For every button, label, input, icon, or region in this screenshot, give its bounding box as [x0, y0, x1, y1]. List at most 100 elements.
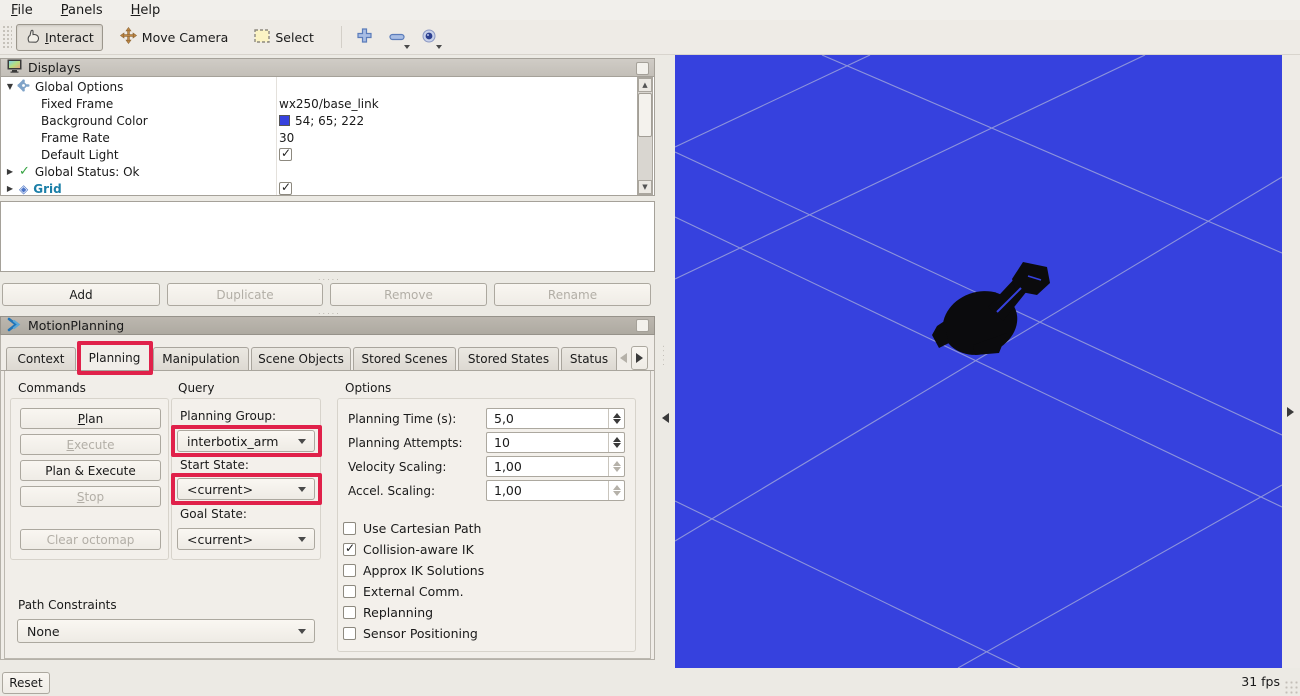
fixed-frame-value[interactable]: wx250/base_link [279, 95, 379, 112]
plan-button[interactable]: Plan [20, 408, 161, 429]
move-camera-tool-button[interactable]: Move Camera [111, 24, 238, 51]
sensor-positioning-checkbox[interactable] [343, 627, 356, 640]
collapse-triangle-icon[interactable]: ▼ [5, 82, 15, 91]
displays-panel-header[interactable]: Displays [0, 58, 655, 77]
select-label: Select [275, 30, 314, 45]
tree-row-background-color[interactable]: Background Color [41, 112, 148, 129]
tree-row-grid[interactable]: ▶ ◈ Grid [5, 180, 62, 196]
tree-row-global-options[interactable]: ▼ Global Options [5, 78, 123, 95]
background-color-value[interactable]: 54; 65; 222 [279, 112, 364, 129]
splitter-dots[interactable]: ..... [318, 273, 341, 282]
planning-attempts-label: Planning Attempts: [348, 436, 463, 450]
add-display-button[interactable]: Add [2, 283, 160, 306]
tab-context[interactable]: Context [6, 347, 76, 370]
clear-octomap-button[interactable]: Clear octomap [20, 529, 161, 550]
collapse-left-icon[interactable] [662, 413, 669, 423]
external-comm-checkbox[interactable] [343, 585, 356, 598]
toolbar-drag-handle[interactable] [2, 25, 12, 49]
tree-row-default-light[interactable]: Default Light [41, 146, 119, 163]
velocity-scaling-spinbox[interactable]: 1,00 [486, 456, 625, 477]
select-tool-button[interactable]: Select [245, 24, 323, 51]
tree-row-frame-rate[interactable]: Frame Rate [41, 129, 110, 146]
spin-down-icon[interactable] [613, 491, 621, 496]
goal-state-label: Goal State: [180, 507, 247, 521]
3d-viewport[interactable] [675, 55, 1282, 668]
tree-scrollbar[interactable]: ▲ ▼ [637, 77, 653, 195]
stop-button[interactable]: Stop [20, 486, 161, 507]
scroll-up-button[interactable]: ▲ [638, 78, 652, 92]
motionplanning-panel-header[interactable]: MotionPlanning [0, 316, 655, 335]
window-resize-grip[interactable] [1284, 680, 1298, 694]
accel-scaling-spinbox[interactable]: 1,00 [486, 480, 625, 501]
duplicate-display-button[interactable]: Duplicate [167, 283, 323, 306]
remove-display-button[interactable]: Remove [330, 283, 487, 306]
spin-up-icon[interactable] [613, 461, 621, 466]
start-state-label: Start State: [180, 458, 249, 472]
planning-time-label: Planning Time (s): [348, 412, 456, 426]
tab-stored-states[interactable]: Stored States [458, 347, 559, 370]
spin-up-icon[interactable] [613, 413, 621, 418]
panel-float-button[interactable] [636, 62, 649, 75]
spin-down-icon[interactable] [613, 467, 621, 472]
plan-and-execute-button[interactable]: Plan & Execute [20, 460, 161, 481]
frame-rate-value[interactable]: 30 [279, 129, 294, 146]
minus-icon [389, 30, 405, 44]
gear-icon [17, 79, 30, 95]
tree-column-divider[interactable] [276, 77, 277, 195]
tab-scene-objects[interactable]: Scene Objects [251, 347, 351, 370]
planning-time-spinbox[interactable]: 5,0 [486, 408, 625, 429]
splitter-dots[interactable]: ..... [318, 307, 341, 316]
viewport-scene [675, 55, 1282, 668]
spin-up-icon[interactable] [613, 485, 621, 490]
reset-button[interactable]: Reset [2, 672, 50, 694]
annotation-box-planning-tab [77, 341, 153, 375]
use-cartesian-path-checkbox[interactable] [343, 522, 356, 535]
annotation-box-start-state [171, 473, 322, 505]
path-constraints-dropdown[interactable]: None [17, 619, 315, 643]
row-label: Background Color [41, 114, 148, 128]
default-light-checkbox[interactable] [279, 148, 292, 161]
interact-tool-button[interactable]: Interact [16, 24, 103, 51]
tree-row-global-status[interactable]: ▶ ✓ Global Status: Ok [5, 163, 140, 180]
expand-triangle-icon[interactable]: ▶ [5, 184, 15, 193]
vertical-splitter[interactable]: ..... [655, 55, 675, 668]
spin-down-icon[interactable] [613, 443, 621, 448]
tab-stored-scenes[interactable]: Stored Scenes [353, 347, 456, 370]
expand-triangle-icon[interactable]: ▶ [5, 167, 15, 176]
use-cartesian-path-row: Use Cartesian Path [343, 521, 481, 536]
row-label: Default Light [41, 148, 119, 162]
tab-manipulation[interactable]: Manipulation [153, 347, 249, 370]
replanning-row: Replanning [343, 605, 433, 620]
grid-checkbox[interactable] [279, 182, 292, 195]
ground-grid-lines [675, 55, 1282, 668]
scroll-down-button[interactable]: ▼ [638, 180, 652, 194]
tool-properties-button[interactable] [416, 24, 442, 50]
menu-help[interactable]: Help [128, 2, 164, 19]
remove-tool-button[interactable] [384, 24, 410, 50]
displays-tree: ▼ Global Options Fixed Frame wx250/base_… [0, 77, 655, 196]
moveit-icon [7, 317, 21, 335]
planning-group-label: Planning Group: [180, 409, 276, 423]
tab-status[interactable]: Status [561, 347, 617, 370]
approx-ik-solutions-checkbox[interactable] [343, 564, 356, 577]
replanning-checkbox[interactable] [343, 606, 356, 619]
add-tool-button[interactable] [352, 24, 378, 50]
rename-display-button[interactable]: Rename [494, 283, 651, 306]
scrollbar-thumb[interactable] [638, 93, 652, 137]
goal-state-dropdown[interactable]: <current> [177, 528, 315, 550]
spin-down-icon[interactable] [613, 419, 621, 424]
path-constraints-label: Path Constraints [18, 598, 117, 612]
tab-scroll-right-button[interactable] [631, 346, 648, 370]
planning-attempts-spinbox[interactable]: 10 [486, 432, 625, 453]
panel-float-button[interactable] [636, 319, 649, 332]
execute-button[interactable]: Execute [20, 434, 161, 455]
collapse-right-icon[interactable] [1287, 407, 1294, 417]
spin-up-icon[interactable] [613, 437, 621, 442]
right-panel-strip[interactable] [1282, 55, 1300, 668]
tree-row-fixed-frame[interactable]: Fixed Frame [41, 95, 113, 112]
menu-file[interactable]: File [8, 2, 36, 19]
commands-group-label: Commands [18, 381, 86, 395]
plus-icon [357, 28, 372, 46]
collision-aware-ik-checkbox[interactable] [343, 543, 356, 556]
menu-panels[interactable]: Panels [58, 2, 106, 19]
